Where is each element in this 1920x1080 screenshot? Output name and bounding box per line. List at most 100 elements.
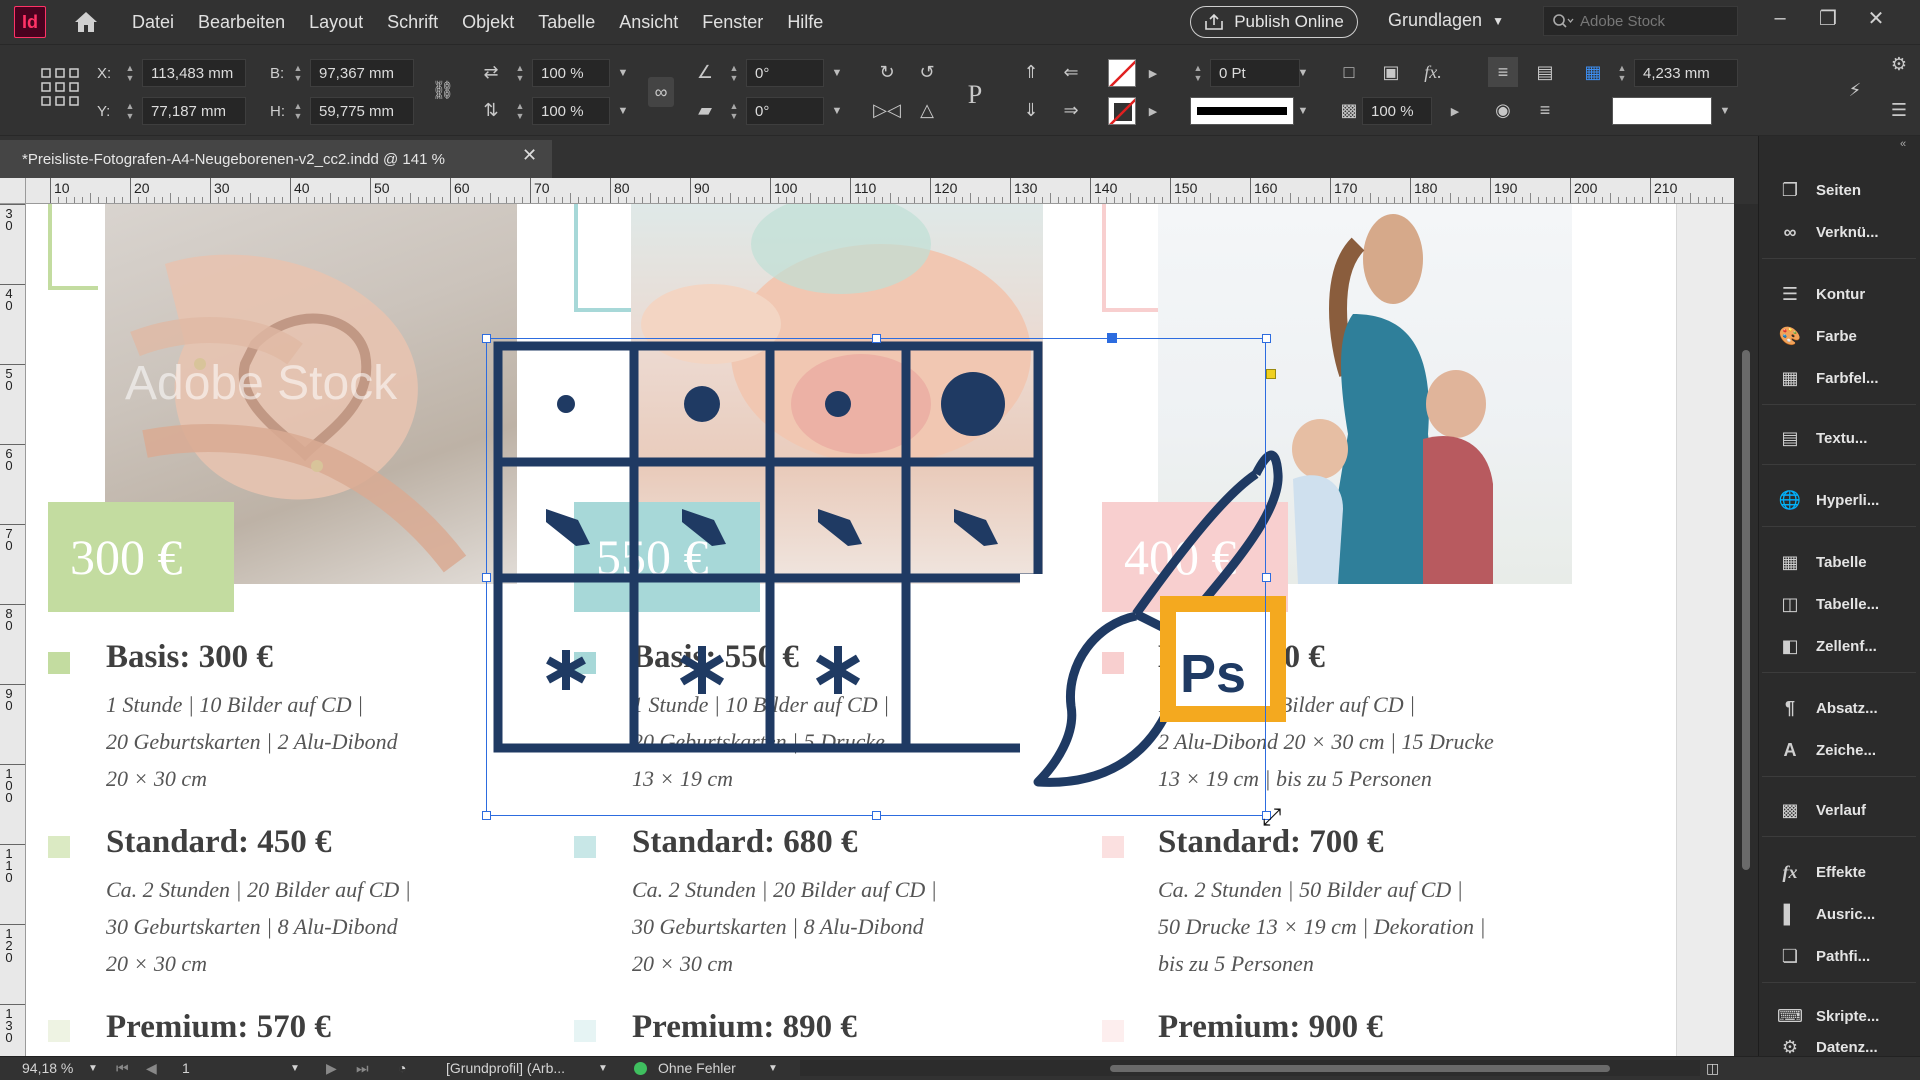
- width-stepper[interactable]: ▲ ▼: [290, 59, 306, 87]
- panel-seiten[interactable]: ❐ Seiten: [1762, 170, 1916, 210]
- close-icon[interactable]: ✕: [1860, 2, 1892, 34]
- stroke-weight-field[interactable]: 0 Pt: [1210, 59, 1300, 87]
- previous-page-icon[interactable]: ◀: [146, 1060, 157, 1077]
- collapse-panels-icon[interactable]: «: [1900, 138, 1906, 150]
- panel-pathfinder[interactable]: ❏ Pathfi...: [1762, 936, 1916, 976]
- restore-icon[interactable]: ❐: [1812, 2, 1844, 34]
- corner-effects-handle[interactable]: [1266, 369, 1276, 379]
- shear-stepper[interactable]: ▲ ▼: [726, 97, 742, 125]
- vertical-ruler[interactable]: 3 0 4 0 5 0 6 0 7 0 8 0 9 0 1 0 0 1 1 0 1 2 0 1 3 …: [0, 204, 26, 1056]
- link-scale-icon[interactable]: ∞: [648, 77, 674, 107]
- stroke-type-dropdown[interactable]: ▼: [1294, 97, 1312, 125]
- panel-datenzusammenfuehrung[interactable]: ⚙ Datenz...: [1762, 1038, 1916, 1056]
- preflight-dropdown-icon[interactable]: ▼: [768, 1063, 778, 1074]
- panel-zellenformate[interactable]: ◧ Zellenf...: [1762, 626, 1916, 666]
- premium-package-title[interactable]: Premium: 890 €: [632, 1009, 857, 1046]
- menu-layout[interactable]: Layout: [297, 12, 375, 33]
- horizontal-scrollbar[interactable]: [800, 1060, 1700, 1076]
- auto-fit-icon[interactable]: ▦: [1578, 57, 1608, 87]
- shear-dropdown[interactable]: ▼: [828, 97, 846, 125]
- basis-package-title[interactable]: Basis: 300 €: [106, 639, 273, 676]
- menu-ansicht[interactable]: Ansicht: [607, 12, 690, 33]
- hamburger-menu-icon[interactable]: ☰: [1884, 95, 1914, 125]
- standard-package-line[interactable]: Ca. 2 Stunden | 20 Bilder auf CD |: [632, 877, 937, 903]
- standard-package-line[interactable]: 30 Geburtskarten | 8 Alu-Dibond: [106, 914, 398, 940]
- page-dropdown-icon[interactable]: ▼: [290, 1063, 300, 1074]
- menu-bearbeiten[interactable]: Bearbeiten: [186, 12, 297, 33]
- selection-handle[interactable]: [482, 334, 491, 343]
- first-page-icon[interactable]: ⏮: [116, 1060, 129, 1077]
- menu-datei[interactable]: Datei: [120, 12, 186, 33]
- panel-absatzformate[interactable]: ¶ Absatz...: [1762, 688, 1916, 728]
- text-wrap-bbox-icon[interactable]: ▤: [1530, 57, 1560, 87]
- y-stepper[interactable]: ▲ ▼: [122, 97, 138, 125]
- gap-field[interactable]: 4,233 mm: [1634, 59, 1738, 87]
- panel-tabelle[interactable]: ▦ Tabelle: [1762, 542, 1916, 582]
- standard-package-line[interactable]: Ca. 2 Stunden | 20 Bilder auf CD |: [106, 877, 411, 903]
- panel-farbe[interactable]: 🎨 Farbe: [1762, 316, 1916, 356]
- text-wrap-jump-icon[interactable]: ≡: [1530, 95, 1560, 125]
- rotate-field[interactable]: 0°: [746, 59, 824, 87]
- text-wrap-shape-icon[interactable]: ◉: [1488, 95, 1518, 125]
- menu-fenster[interactable]: Fenster: [690, 12, 775, 33]
- height-field[interactable]: 59,775 mm: [310, 97, 414, 125]
- menu-hilfe[interactable]: Hilfe: [775, 12, 835, 33]
- basis-package-line[interactable]: 20 × 30 cm: [106, 766, 207, 792]
- selection-bounding-box[interactable]: [486, 338, 1266, 816]
- horizontal-scroll-thumb[interactable]: [1110, 1065, 1610, 1072]
- scale-y-field[interactable]: 100 %: [532, 97, 610, 125]
- lightning-icon[interactable]: ⚡: [1840, 75, 1870, 105]
- premium-package-title[interactable]: Premium: 900 €: [1158, 1009, 1383, 1046]
- preflight-status[interactable]: Ohne Fehler: [658, 1060, 736, 1076]
- scale-x-dropdown[interactable]: ▼: [614, 59, 632, 87]
- standard-package-line[interactable]: bis zu 5 Personen: [1158, 951, 1314, 977]
- premium-package-title[interactable]: Premium: 570 €: [106, 1009, 331, 1046]
- last-page-icon[interactable]: ⏭: [356, 1060, 369, 1077]
- panel-effekte[interactable]: fx Effekte: [1762, 852, 1916, 892]
- gear-icon[interactable]: ⚙: [1884, 49, 1914, 79]
- x-stepper[interactable]: ▲ ▼: [122, 59, 138, 87]
- flip-horizontal-icon[interactable]: ▷◁: [872, 95, 902, 125]
- panel-ausrichten[interactable]: ▌ Ausric...: [1762, 894, 1916, 934]
- selection-handle[interactable]: [482, 811, 491, 820]
- document-canvas[interactable]: Adobe Stock 300 € 550 € 400 € Basis: 300…: [26, 204, 1734, 1056]
- page-number-field[interactable]: 1: [182, 1060, 190, 1076]
- next-page-icon[interactable]: ▶: [326, 1060, 337, 1077]
- standard-package-line[interactable]: 50 Drucke 13 × 19 cm | Dekoration |: [1158, 914, 1486, 940]
- price-tag-300[interactable]: 300 €: [48, 502, 234, 612]
- width-field[interactable]: 97,367 mm: [310, 59, 414, 87]
- select-container-icon[interactable]: ⇑: [1016, 57, 1046, 87]
- rotate-ccw-icon[interactable]: ↺: [912, 57, 942, 87]
- content-grabber-handle[interactable]: [1107, 333, 1117, 343]
- stroke-none-swatch[interactable]: [1108, 97, 1136, 125]
- basis-package-line[interactable]: 20 Geburtskarten | 2 Alu-Dibond: [106, 729, 398, 755]
- object-style-dropdown[interactable]: ▼: [1716, 97, 1734, 125]
- y-field[interactable]: 77,187 mm: [142, 97, 246, 125]
- object-style-selector[interactable]: [1612, 97, 1712, 125]
- panel-verknuepfungen[interactable]: ∞ Verknü...: [1762, 212, 1916, 252]
- zoom-dropdown-icon[interactable]: ▼: [88, 1063, 98, 1074]
- scale-y-stepper[interactable]: ▲ ▼: [512, 97, 528, 125]
- constrain-proportions-icon[interactable]: ⛓: [428, 75, 458, 105]
- panel-skripte[interactable]: ⌨ Skripte...: [1762, 996, 1916, 1036]
- standard-package-line[interactable]: 20 × 30 cm: [106, 951, 207, 977]
- height-stepper[interactable]: ▲ ▼: [290, 97, 306, 125]
- selection-handle[interactable]: [482, 573, 491, 582]
- workspace-switcher[interactable]: Grundlagen ▼: [1388, 10, 1504, 31]
- view-mode-icon[interactable]: ◫: [1706, 1060, 1719, 1077]
- publish-online-button[interactable]: Publish Online: [1190, 6, 1358, 38]
- select-content-down-icon[interactable]: ⇓: [1016, 95, 1046, 125]
- close-tab-icon[interactable]: ✕: [522, 145, 537, 166]
- x-field[interactable]: 113,483 mm: [142, 59, 246, 87]
- stroke-weight-stepper[interactable]: ▲ ▼: [1190, 59, 1206, 87]
- standard-package-title[interactable]: Standard: 450 €: [106, 824, 332, 861]
- rotate-stepper[interactable]: ▲ ▼: [726, 59, 742, 87]
- basis-package-line[interactable]: 1 Stunde | 10 Bilder auf CD |: [106, 692, 363, 718]
- drop-shadow-icon[interactable]: ▣: [1376, 57, 1406, 87]
- zoom-level[interactable]: 94,18 %: [22, 1060, 73, 1076]
- flip-vertical-icon[interactable]: △: [912, 95, 942, 125]
- fill-dropdown[interactable]: ▶: [1144, 59, 1162, 87]
- standard-package-line[interactable]: Ca. 2 Stunden | 50 Bilder auf CD |: [1158, 877, 1463, 903]
- fx-effects-icon[interactable]: fx.: [1418, 57, 1448, 87]
- panel-hyperlinks[interactable]: 🌐 Hyperli...: [1762, 480, 1916, 520]
